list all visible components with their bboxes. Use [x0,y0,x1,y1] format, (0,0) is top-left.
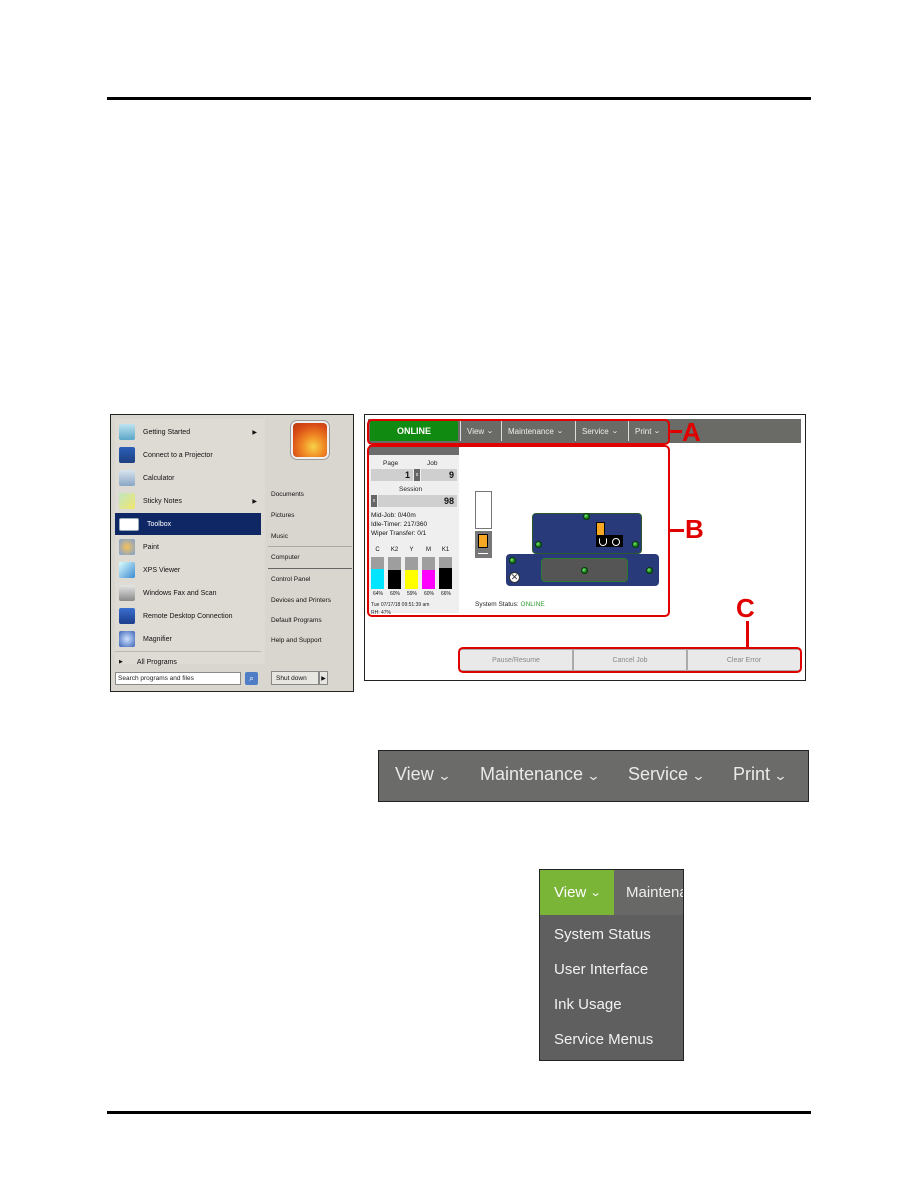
shutdown-options-arrow-icon[interactable]: ▶ [319,671,328,685]
menu-item-user-interface[interactable]: User Interface [554,961,648,978]
footer-rule [107,1111,811,1114]
start-item-label: Paint [143,543,159,551]
shutdown-label: Shut down [276,674,307,682]
start-menu-places: Documents Pictures Music Computer Contro… [266,415,354,691]
menu-print[interactable]: Print ⌄ [733,764,788,785]
toolbox-icon [119,517,139,531]
start-link-music[interactable]: Music [271,533,288,540]
menu-label: View [554,884,587,901]
getting-started-icon [119,424,135,440]
xps-viewer-icon [119,562,135,578]
callout-b-frame [367,445,670,617]
menu-label: View [395,764,434,784]
start-item-label: Remote Desktop Connection [143,612,233,620]
remote-desktop-icon [119,608,135,624]
menu-label: Print [733,764,771,784]
chevron-down-icon: ⌄ [437,768,452,783]
places-divider [268,546,352,547]
start-item-label: Sticky Notes [143,497,182,505]
start-link-control-panel[interactable]: Control Panel [271,576,310,583]
chevron-down-icon: ⌄ [773,768,788,783]
start-item-label: Getting Started [143,428,191,436]
shutdown-button[interactable]: Shut down [271,671,319,685]
user-avatar[interactable] [293,423,327,457]
start-item-toolbox[interactable]: Toolbox [115,513,261,535]
expand-arrow-icon: ▶ [119,659,123,665]
callout-c-line [746,621,749,647]
start-item-calculator[interactable]: Calculator [115,467,261,489]
start-link-help-support[interactable]: Help and Support [271,637,322,644]
places-divider [268,568,352,569]
search-placeholder: Search programs and files [118,675,194,682]
sticky-notes-icon [119,493,135,509]
start-item-paint[interactable]: Paint [115,536,261,558]
start-link-pictures[interactable]: Pictures [271,512,294,519]
submenu-arrow-icon: ▶ [252,498,257,505]
menu-view[interactable]: View ⌄ [395,764,452,785]
menu-item-system-status[interactable]: System Status [554,926,651,943]
start-item-label: Toolbox [147,520,172,528]
start-item-label: Calculator [143,474,175,482]
start-item-label: Windows Fax and Scan [143,589,217,597]
callout-c-label: C [736,593,755,623]
callout-b-line [670,529,684,532]
menu-item-ink-usage[interactable]: Ink Usage [554,996,622,1013]
start-link-computer[interactable]: Computer [271,554,300,561]
callout-a-frame [367,419,670,445]
search-icon[interactable]: ⌕ [245,672,258,685]
callout-c-frame [458,647,802,673]
start-item-xps-viewer[interactable]: XPS Viewer [115,559,261,581]
menu-label: Service [628,764,689,784]
windows-start-menu: Getting Started ▶ Connect to a Projector… [110,414,354,692]
start-item-label: XPS Viewer [143,566,181,574]
start-item-remote-desktop[interactable]: Remote Desktop Connection [115,605,261,627]
menu-label: Maintenance [480,764,584,784]
chevron-down-icon: ⌄ [586,768,601,783]
printer-toolbox-window: ONLINE View ⌄ Maintenance ⌄ Service ⌄ Print… [364,414,806,681]
start-item-getting-started[interactable]: Getting Started ▶ [115,421,261,443]
fax-scan-icon [119,585,135,601]
start-item-label: Connect to a Projector [143,451,213,459]
chevron-down-icon: ⌄ [589,887,602,899]
header-rule [107,97,811,100]
view-dropdown-example: View⌄ Maintenance System Status User Int… [539,869,684,1061]
magnifier-icon [119,631,135,647]
paint-icon [119,539,135,555]
all-programs-button[interactable]: ▶ All Programs [115,655,261,669]
start-item-sticky-notes[interactable]: Sticky Notes ▶ [115,490,261,512]
chevron-down-icon: ⌄ [691,768,706,783]
start-menu-divider [115,651,261,652]
callout-a-label: A [682,417,701,447]
start-menu-programs: Getting Started ▶ Connect to a Projector… [115,419,265,664]
start-item-label: Magnifier [143,635,172,643]
projector-icon [119,447,135,463]
menu-item-service-menus[interactable]: Service Menus [554,1031,653,1048]
start-link-documents[interactable]: Documents [271,491,304,498]
start-item-projector[interactable]: Connect to a Projector [115,444,261,466]
start-item-magnifier[interactable]: Magnifier [115,628,261,650]
all-programs-label: All Programs [136,658,177,666]
callout-a-line [670,430,682,433]
callout-b-label: B [685,514,704,544]
calculator-icon [119,470,135,486]
menu-maintenance[interactable]: Maintenance [614,870,683,915]
start-item-fax-scan[interactable]: Windows Fax and Scan [115,582,261,604]
start-link-devices-printers[interactable]: Devices and Printers [271,597,331,604]
menu-service[interactable]: Service ⌄ [628,764,706,785]
menu-label: Maintenance [626,884,683,901]
start-search-input[interactable]: Search programs and files [115,672,241,685]
submenu-arrow-icon: ▶ [252,429,257,436]
start-link-default-programs[interactable]: Default Programs [271,617,322,624]
enlarged-menu-bar: View ⌄ Maintenance ⌄ Service ⌄ Print ⌄ [378,750,809,802]
menu-view-active[interactable]: View ⌄ [540,870,614,915]
menu-maintenance[interactable]: Maintenance ⌄ [480,764,601,785]
